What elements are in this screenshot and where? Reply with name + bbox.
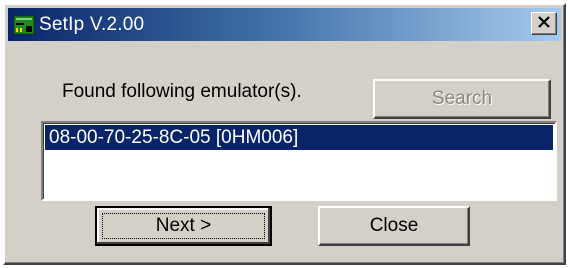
network-board-icon: [13, 14, 35, 36]
title-bar[interactable]: SetIp V.2.00: [8, 8, 561, 41]
setip-dialog: SetIp V.2.00 Found following emulator(s)…: [3, 3, 566, 265]
search-button[interactable]: Search: [373, 79, 551, 119]
found-emulators-label: Found following emulator(s).: [62, 81, 302, 102]
next-button[interactable]: Next >: [95, 206, 272, 246]
emulator-listbox[interactable]: 08-00-70-25-8C-05 [0HM006]: [41, 121, 557, 201]
close-icon: [537, 15, 551, 33]
window-title: SetIp V.2.00: [39, 13, 145, 35]
title-close-button[interactable]: [531, 12, 557, 35]
close-button[interactable]: Close: [318, 206, 470, 246]
focus-rectangle: [102, 213, 265, 239]
list-item[interactable]: 08-00-70-25-8C-05 [0HM006]: [45, 125, 553, 150]
